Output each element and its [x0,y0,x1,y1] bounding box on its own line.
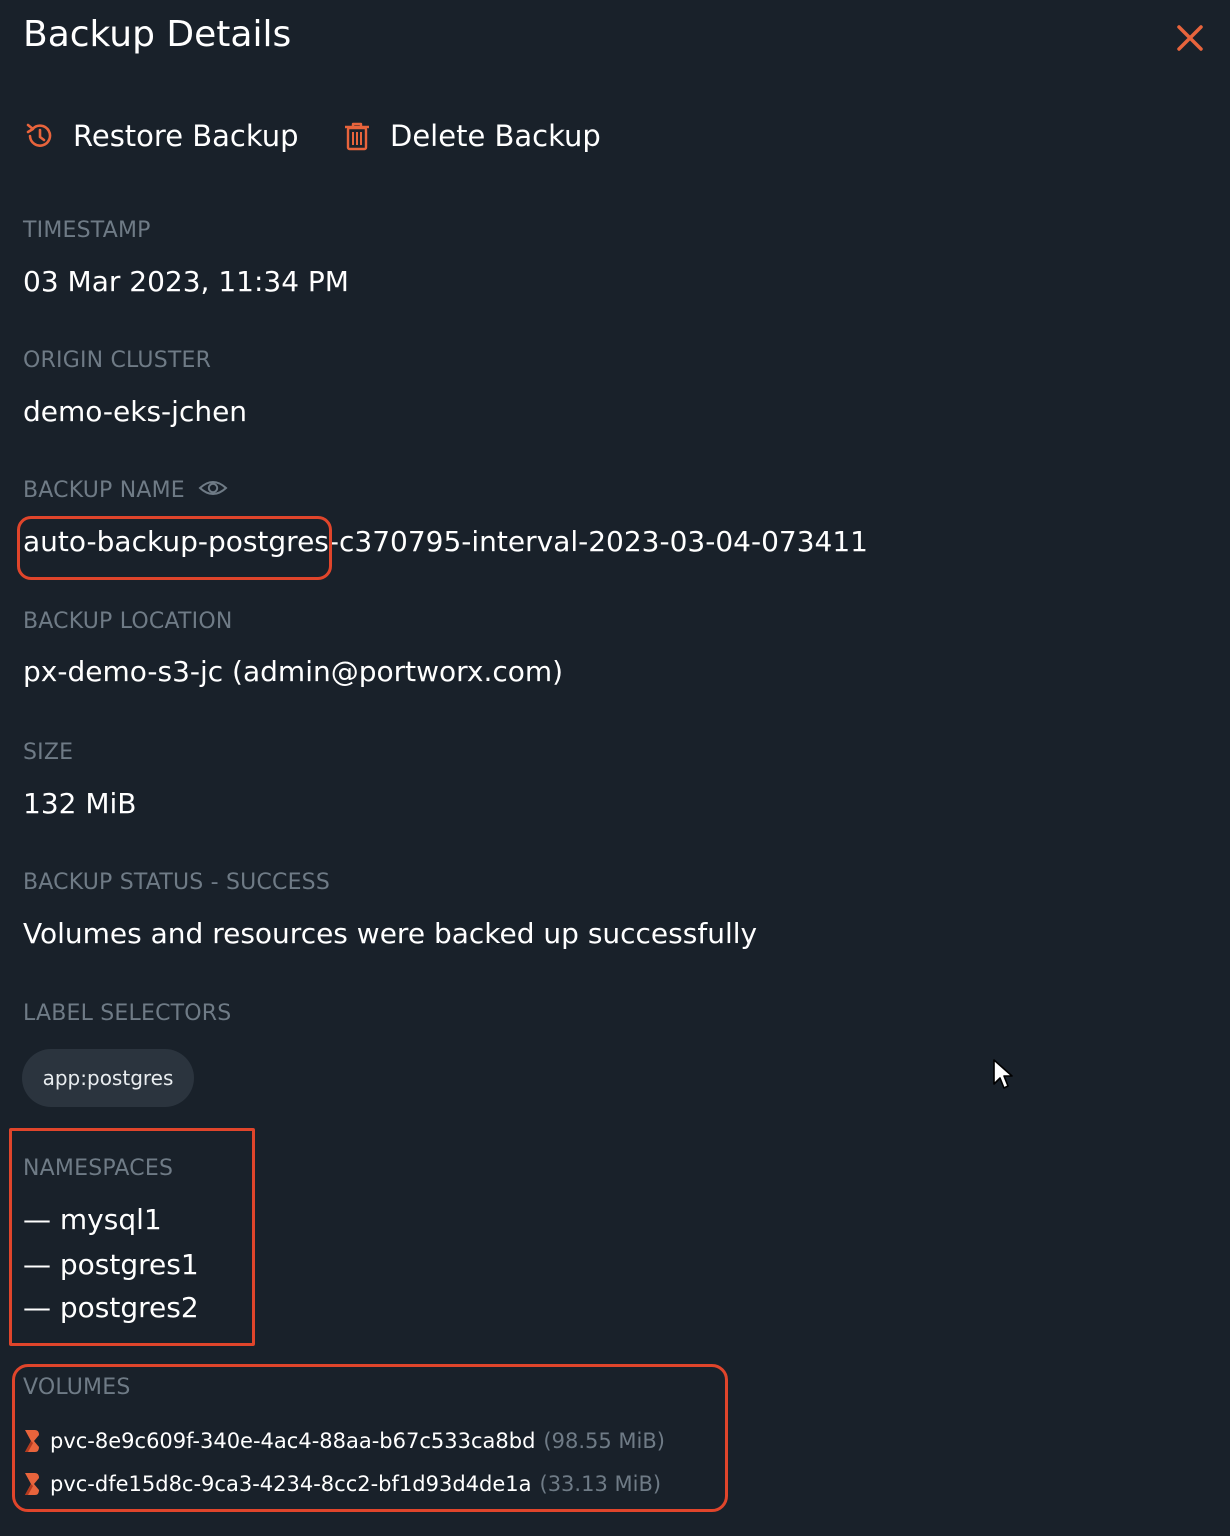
backup-name-label: BACKUP NAME [23,478,185,503]
timestamp-value: 03 Mar 2023, 11:34 PM [23,265,349,298]
backup-status-value: Volumes and resources were backed up suc… [23,917,758,950]
trash-icon [340,119,374,153]
backup-status-label: BACKUP STATUS - SUCCESS [23,870,331,895]
restore-backup-button[interactable]: Restore Backup [23,116,299,156]
eye-icon[interactable] [198,478,228,504]
delete-backup-label: Delete Backup [390,119,601,153]
panel-title: Backup Details [23,14,292,55]
delete-backup-button[interactable]: Delete Backup [340,116,601,156]
size-label: SIZE [23,740,74,765]
label-selector-chip: app:postgres [22,1049,194,1107]
volumes-highlight [12,1364,728,1512]
restore-icon [23,119,57,153]
close-icon [1177,25,1203,51]
backup-name-label-row: BACKUP NAME [23,478,228,504]
size-value: 132 MiB [23,787,137,820]
origin-cluster-value: demo-eks-jchen [23,395,248,428]
label-selectors-label: LABEL SELECTORS [23,1001,232,1026]
restore-backup-label: Restore Backup [73,119,299,153]
backup-location-value: px-demo-s3-jc (admin@portworx.com) [23,655,564,688]
backup-location-label: BACKUP LOCATION [23,609,233,634]
namespaces-highlight [9,1128,255,1346]
timestamp-label: TIMESTAMP [23,218,151,243]
backup-name-highlight [17,516,332,580]
origin-cluster-label: ORIGIN CLUSTER [23,348,212,373]
close-button[interactable] [1172,20,1208,56]
mouse-cursor-icon [993,1059,1013,1089]
